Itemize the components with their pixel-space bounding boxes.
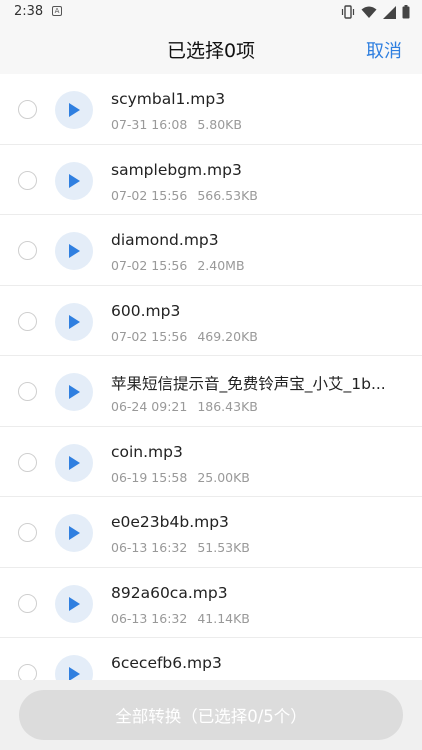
file-date: 07-02 15:56	[111, 328, 188, 344]
file-meta: 06-19 15:58 25.00KB	[111, 470, 250, 485]
play-button[interactable]	[55, 443, 93, 482]
file-meta: 06-13 16:32 41.14KB	[111, 611, 250, 626]
cancel-button[interactable]: 取消	[366, 37, 402, 63]
play-button[interactable]	[55, 373, 93, 411]
play-button[interactable]	[55, 584, 93, 623]
status-icons	[341, 4, 410, 20]
select-radio[interactable]	[18, 523, 37, 542]
file-meta: 07-31 16:08 5.80KB	[111, 117, 242, 132]
play-icon	[69, 526, 80, 540]
play-icon	[69, 244, 80, 258]
file-date: 06-24 09:21	[111, 399, 188, 414]
notification-icon: A	[52, 6, 62, 16]
file-name: coin.mp3	[111, 442, 183, 461]
file-size: 186.43KB	[197, 399, 258, 414]
play-icon	[69, 173, 80, 188]
file-row[interactable]: 苹果短信提示音_免费铃声宝_小艾_1b... 06-24 09:21 186.43K…	[0, 356, 422, 427]
select-radio[interactable]	[18, 241, 37, 260]
file-row[interactable]: 600.mp3 07-02 15:56 469.20KB	[0, 286, 422, 356]
play-button[interactable]	[55, 232, 93, 270]
vibrate-icon	[341, 5, 355, 19]
file-name: 600.mp3	[111, 301, 181, 320]
file-name: samplebgm.mp3	[111, 160, 242, 179]
select-radio[interactable]	[18, 170, 37, 190]
file-row[interactable]: coin.mp3 06-19 15:58 25.00KB	[0, 427, 422, 497]
play-icon	[69, 385, 80, 399]
file-row[interactable]: e0e23b4b.mp3 06-13 16:32 51.53KB	[0, 497, 422, 568]
file-row[interactable]: 6cecefb6.mp3	[0, 638, 422, 680]
select-radio[interactable]	[18, 311, 37, 331]
file-name: diamond.mp3	[111, 231, 219, 249]
play-icon	[69, 596, 80, 611]
play-icon	[69, 455, 80, 470]
status-bar: 2:38 A	[0, 0, 422, 24]
file-size: 566.53KB	[197, 187, 258, 203]
play-button[interactable]	[55, 91, 93, 129]
play-button[interactable]	[55, 514, 93, 552]
select-radio[interactable]	[18, 382, 37, 401]
play-button[interactable]	[55, 302, 93, 341]
header: 已选择0项 取消	[0, 24, 422, 74]
play-button[interactable]	[55, 655, 93, 680]
wifi-icon	[361, 6, 377, 18]
page-title: 已选择0项	[166, 40, 256, 62]
file-date: 07-02 15:56	[111, 258, 188, 273]
file-row[interactable]: samplebgm.mp3 07-02 15:56 566.53KB	[0, 145, 422, 215]
convert-all-button[interactable]: 全部转换（已选择0/5个）	[19, 690, 403, 740]
file-date: 06-19 15:58	[111, 469, 188, 485]
status-time: 2:38	[14, 4, 44, 19]
select-radio[interactable]	[18, 100, 37, 119]
file-row[interactable]: diamond.mp3 07-02 15:56 2.40MB	[0, 215, 422, 286]
file-row[interactable]: 892a60ca.mp3 06-13 16:32 41.14KB	[0, 568, 422, 638]
file-size: 25.00KB	[197, 469, 250, 485]
file-name: 6cecefb6.mp3	[111, 654, 222, 672]
file-size: 469.20KB	[197, 328, 258, 344]
file-meta: 07-02 15:56 566.53KB	[111, 188, 258, 203]
file-meta: 07-02 15:56 2.40MB	[111, 258, 245, 273]
bottom-bar: 全部转换（已选择0/5个）	[0, 680, 422, 750]
file-name: scymbal1.mp3	[111, 90, 226, 108]
file-row[interactable]: scymbal1.mp3 07-31 16:08 5.80KB	[0, 74, 422, 145]
file-list[interactable]: scymbal1.mp3 07-31 16:08 5.80KB samplebgm.m…	[0, 74, 422, 680]
play-button[interactable]	[55, 161, 93, 200]
file-name: e0e23b4b.mp3	[111, 513, 229, 531]
play-icon	[69, 667, 80, 680]
file-size: 51.53KB	[197, 540, 250, 555]
file-meta: 06-13 16:32 51.53KB	[111, 540, 250, 555]
file-date: 06-13 16:32	[111, 540, 188, 555]
file-size: 5.80KB	[197, 117, 242, 132]
file-date: 07-02 15:56	[111, 187, 188, 203]
select-radio[interactable]	[18, 593, 37, 613]
file-size: 41.14KB	[197, 610, 250, 626]
file-date: 07-31 16:08	[111, 117, 188, 132]
select-radio[interactable]	[18, 664, 37, 680]
file-name: 892a60ca.mp3	[111, 583, 228, 602]
file-meta: 06-24 09:21 186.43KB	[111, 399, 258, 414]
signal-icon	[383, 5, 396, 19]
play-icon	[69, 314, 80, 329]
file-meta: 07-02 15:56 469.20KB	[111, 329, 258, 344]
file-date: 06-13 16:32	[111, 610, 188, 626]
play-icon	[69, 103, 80, 117]
select-radio[interactable]	[18, 452, 37, 472]
battery-icon	[402, 5, 410, 19]
file-name: 苹果短信提示音_免费铃声宝_小艾_1b...	[111, 375, 386, 393]
file-size: 2.40MB	[197, 258, 245, 273]
